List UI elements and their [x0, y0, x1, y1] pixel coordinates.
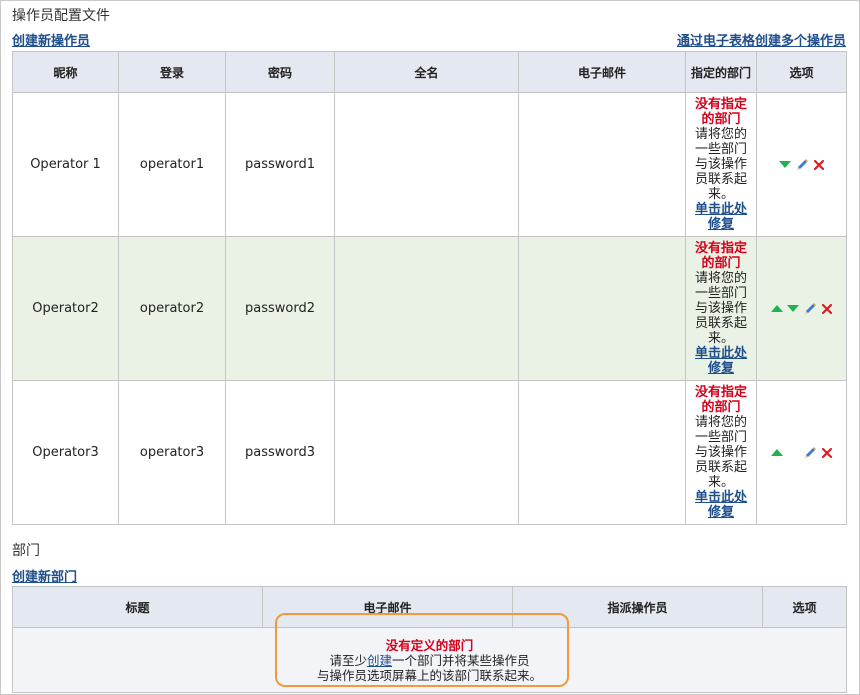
dept-fix-link[interactable]: 单击此处修复	[690, 346, 752, 376]
operator-options	[756, 236, 847, 381]
operator-password: password1	[225, 92, 335, 237]
operator-row: Operator2 operator2 password2 没有指定的部门 请将您的一些…	[12, 236, 847, 381]
operator-row: Operator3 operator3 password3 没有指定的部门 请将您的一些…	[12, 380, 847, 525]
operator-login: operator1	[118, 92, 226, 237]
departments-section-title: 部门	[12, 543, 40, 559]
col-header-nickname[interactable]: 昵称	[12, 51, 119, 93]
operator-dept-cell: 没有指定的部门 请将您的一些部门与该操作员联系起来。 单击此处修复	[685, 380, 757, 525]
col-header-password[interactable]: 密码	[225, 51, 335, 93]
col-header-dept-options: 选项	[762, 586, 847, 628]
edit-pencil-icon[interactable]	[803, 302, 817, 316]
dept-fix-link[interactable]: 单击此处修复	[690, 490, 752, 520]
move-up-icon[interactable]	[770, 449, 783, 456]
spreadsheet-create-link[interactable]: 通过电子表格创建多个操作员	[677, 30, 846, 49]
operator-dept-cell: 没有指定的部门 请将您的一些部门与该操作员联系起来。 单击此处修复	[685, 236, 757, 381]
operator-options	[756, 92, 847, 237]
operator-login: operator3	[118, 380, 226, 525]
move-down-icon[interactable]	[778, 161, 791, 168]
operators-header-row: 昵称 登录 密码 全名 电子邮件 指定的部门 选项	[12, 51, 847, 93]
operator-fullname	[334, 92, 519, 237]
delete-x-icon[interactable]	[821, 303, 833, 315]
operator-dept-cell: 没有指定的部门 请将您的一些部门与该操作员联系起来。 单击此处修复	[685, 92, 757, 237]
operator-login: operator2	[118, 236, 226, 381]
dept-message: 请将您的一些部门与该操作员联系起来。	[694, 127, 747, 202]
col-header-login[interactable]: 登录	[118, 51, 226, 93]
move-down-icon[interactable]	[786, 305, 799, 312]
operator-email	[518, 92, 686, 237]
operator-nickname: Operator2	[12, 236, 119, 381]
delete-x-icon[interactable]	[821, 447, 833, 459]
create-operator-link[interactable]: 创建新操作员	[12, 30, 90, 49]
operator-email	[518, 380, 686, 525]
dept-fix-link[interactable]: 单击此处修复	[690, 202, 752, 232]
operators-section-title: 操作员配置文件	[12, 8, 110, 24]
operator-password: password2	[225, 236, 335, 381]
move-up-icon[interactable]	[770, 305, 783, 312]
col-header-title[interactable]: 标题	[12, 586, 263, 628]
operator-nickname: Operator3	[12, 380, 119, 525]
delete-x-icon[interactable]	[813, 159, 825, 171]
col-header-options: 选项	[756, 51, 847, 93]
dept-warning: 没有指定的部门	[694, 385, 747, 415]
operator-password: password3	[225, 380, 335, 525]
create-department-link[interactable]: 创建新部门	[12, 566, 77, 585]
dept-message: 请将您的一些部门与该操作员联系起来。	[694, 415, 747, 490]
dept-warning: 没有指定的部门	[694, 241, 747, 271]
operator-fullname	[334, 236, 519, 381]
operator-nickname: Operator 1	[12, 92, 119, 237]
dept-message: 请将您的一些部门与该操作员联系起来。	[694, 271, 747, 346]
operators-table: 昵称 登录 密码 全名 电子邮件 指定的部门 选项 Operator 1 oper…	[12, 51, 847, 525]
operator-fullname	[334, 380, 519, 525]
edit-pencil-icon[interactable]	[795, 158, 809, 172]
edit-pencil-icon[interactable]	[803, 446, 817, 460]
col-header-assigned-dept: 指定的部门	[685, 51, 757, 93]
operator-email	[518, 236, 686, 381]
operator-options	[756, 380, 847, 525]
col-header-email[interactable]: 电子邮件	[518, 51, 686, 93]
col-header-fullname[interactable]: 全名	[334, 51, 519, 93]
dept-warning: 没有指定的部门	[694, 97, 747, 127]
highlight-callout	[275, 613, 569, 687]
operator-row: Operator 1 operator1 password1 没有指定的部门 请将您的一…	[12, 92, 847, 237]
